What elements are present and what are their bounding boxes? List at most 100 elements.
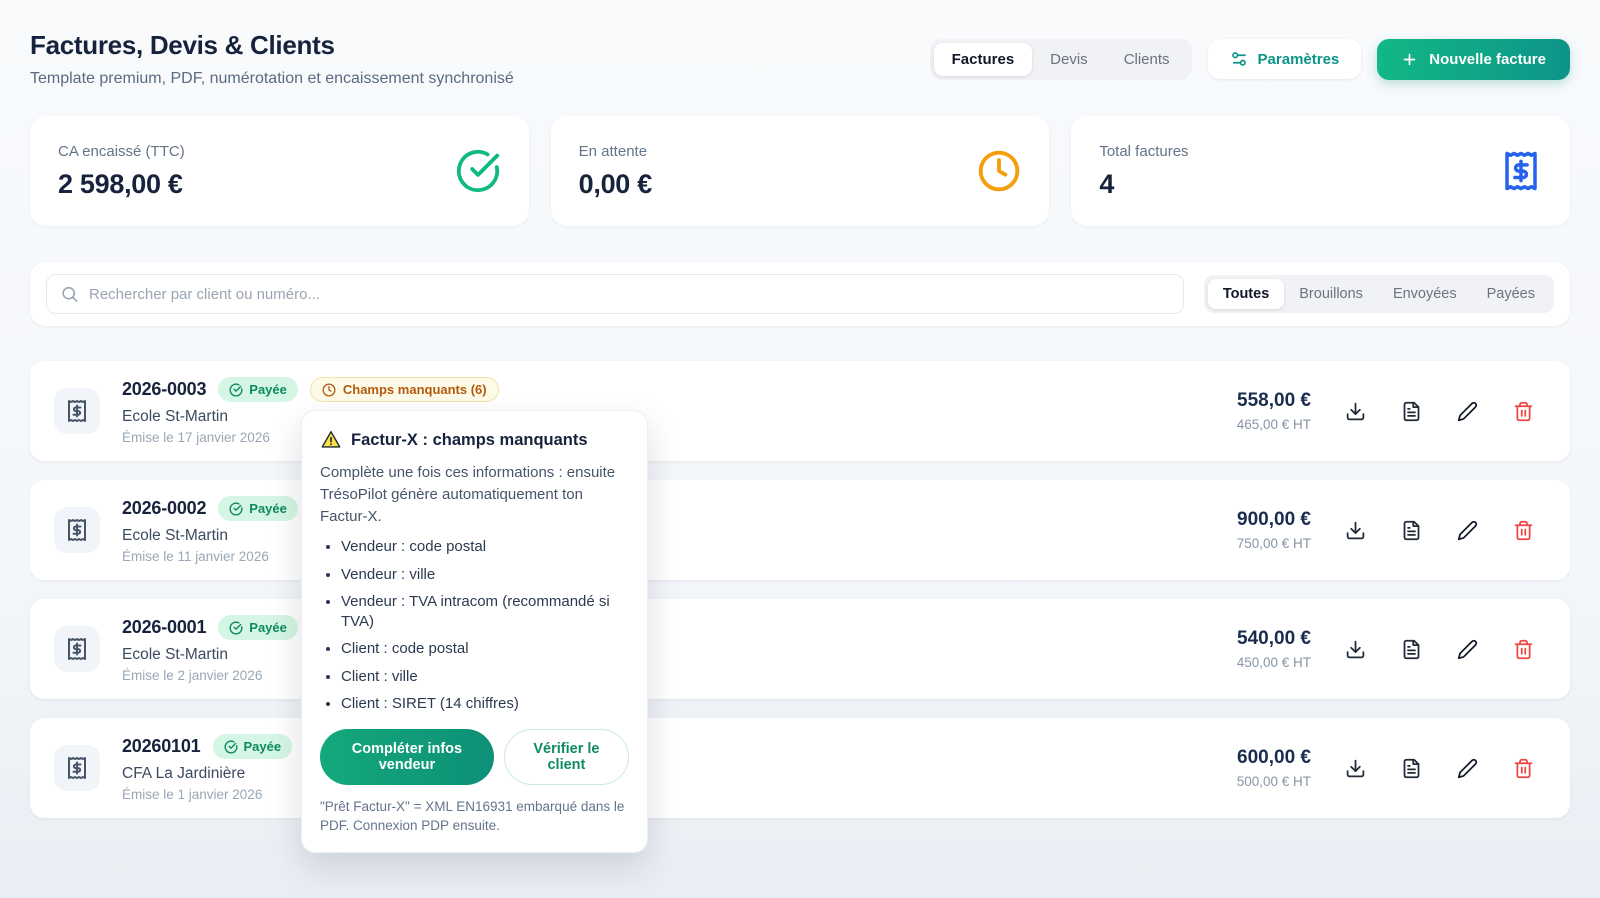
page-title: Factures, Devis & Clients bbox=[30, 30, 514, 61]
stat-card-total: Total factures 4 bbox=[1071, 116, 1570, 226]
tab-clients[interactable]: Clients bbox=[1106, 43, 1188, 76]
invoice-list: 2026-0003 Payée Champs manquants (6) Eco… bbox=[30, 361, 1570, 818]
receipt-icon bbox=[54, 388, 100, 434]
filter-envoyees[interactable]: Envoyées bbox=[1378, 279, 1472, 309]
invoice-row: 2026-0001 Payée Champs manquants (6) Eco… bbox=[30, 599, 1570, 699]
download-icon bbox=[1345, 639, 1366, 660]
file-text-icon bbox=[1401, 401, 1422, 422]
header-controls: Factures Devis Clients Paramètres Nouvel… bbox=[930, 39, 1570, 80]
missing-fields-label: Champs manquants (6) bbox=[343, 382, 487, 397]
edit-button[interactable] bbox=[1453, 754, 1482, 783]
status-filter-group: Toutes Brouillons Envoyées Payées bbox=[1204, 275, 1554, 313]
tab-devis[interactable]: Devis bbox=[1032, 43, 1106, 76]
stat-text: En attente 0,00 € bbox=[579, 143, 652, 200]
status-badge-label: Payée bbox=[249, 501, 287, 516]
page-subtitle: Template premium, PDF, numérotation et e… bbox=[30, 70, 514, 88]
issue-date: Émise le 17 janvier 2026 bbox=[122, 430, 1237, 445]
stat-value: 2 598,00 € bbox=[58, 169, 185, 200]
invoice-info: 2026-0002 Payée Champs manquants (6) Eco… bbox=[122, 496, 1237, 564]
edit-button[interactable] bbox=[1453, 516, 1482, 545]
popover-title: Factur-X : champs manquants bbox=[351, 431, 588, 450]
pencil-icon bbox=[1457, 520, 1478, 541]
invoice-actions bbox=[1341, 754, 1546, 783]
file-text-icon bbox=[1401, 520, 1422, 541]
amount-ht: 465,00 € HT bbox=[1237, 417, 1311, 432]
client-name: Ecole St-Martin bbox=[122, 527, 1237, 545]
download-button[interactable] bbox=[1341, 635, 1370, 664]
stat-label: CA encaissé (TTC) bbox=[58, 143, 185, 160]
complete-vendor-info-button[interactable]: Compléter infos vendeur bbox=[320, 729, 494, 785]
list-item: Vendeur : ville bbox=[341, 565, 629, 585]
filter-brouillons[interactable]: Brouillons bbox=[1284, 279, 1378, 309]
receipt-icon bbox=[54, 507, 100, 553]
stat-card-revenue: CA encaissé (TTC) 2 598,00 € bbox=[30, 116, 529, 226]
search-box bbox=[46, 274, 1184, 314]
tab-factures[interactable]: Factures bbox=[934, 43, 1033, 76]
search-input[interactable] bbox=[46, 274, 1184, 314]
status-badge-paid: Payée bbox=[213, 734, 293, 759]
trash-icon bbox=[1513, 401, 1534, 422]
clock-icon bbox=[977, 149, 1021, 193]
missing-fields-badge[interactable]: Champs manquants (6) bbox=[310, 377, 499, 402]
status-badge-paid: Payée bbox=[218, 377, 298, 402]
amount-ttc: 540,00 € bbox=[1237, 628, 1311, 650]
verify-client-button[interactable]: Vérifier le client bbox=[504, 729, 629, 785]
filter-payees[interactable]: Payées bbox=[1472, 279, 1550, 309]
document-button[interactable] bbox=[1397, 397, 1426, 426]
stat-label: Total factures bbox=[1099, 143, 1188, 160]
settings-button[interactable]: Paramètres bbox=[1208, 39, 1362, 79]
edit-button[interactable] bbox=[1453, 397, 1482, 426]
status-badge-label: Payée bbox=[249, 382, 287, 397]
receipt-icon bbox=[54, 626, 100, 672]
sliders-icon bbox=[1230, 50, 1248, 68]
list-item: Vendeur : code postal bbox=[341, 537, 629, 557]
invoice-amounts: 900,00 € 750,00 € HT bbox=[1237, 509, 1311, 551]
download-button[interactable] bbox=[1341, 516, 1370, 545]
document-button[interactable] bbox=[1397, 635, 1426, 664]
delete-button[interactable] bbox=[1509, 635, 1538, 664]
list-item: Client : SIRET (14 chiffres) bbox=[341, 694, 629, 714]
invoice-amounts: 558,00 € 465,00 € HT bbox=[1237, 390, 1311, 432]
pencil-icon bbox=[1457, 401, 1478, 422]
client-name: CFA La Jardinière bbox=[122, 765, 1237, 783]
invoice-number: 2026-0003 bbox=[122, 379, 206, 400]
invoice-info: 20260101 Payée Champs manquants (6) CFA … bbox=[122, 734, 1237, 802]
pencil-icon bbox=[1457, 758, 1478, 779]
popover-footnote: "Prêt Factur-X" = XML EN16931 embarqué d… bbox=[320, 798, 629, 836]
list-item: Vendeur : TVA intracom (recommandé si TV… bbox=[341, 592, 629, 633]
amount-ht: 750,00 € HT bbox=[1237, 536, 1311, 551]
popover-buttons: Compléter infos vendeur Vérifier le clie… bbox=[320, 729, 629, 785]
stat-value: 4 bbox=[1099, 169, 1188, 200]
delete-button[interactable] bbox=[1509, 397, 1538, 426]
file-text-icon bbox=[1401, 758, 1422, 779]
download-icon bbox=[1345, 520, 1366, 541]
main-tab-group: Factures Devis Clients bbox=[930, 39, 1192, 80]
stat-value: 0,00 € bbox=[579, 169, 652, 200]
trash-icon bbox=[1513, 639, 1534, 660]
client-name: Ecole St-Martin bbox=[122, 408, 1237, 426]
check-circle-icon bbox=[224, 740, 238, 754]
invoice-row: 20260101 Payée Champs manquants (6) CFA … bbox=[30, 718, 1570, 818]
new-invoice-button[interactable]: Nouvelle facture bbox=[1377, 39, 1570, 80]
download-button[interactable] bbox=[1341, 754, 1370, 783]
document-button[interactable] bbox=[1397, 754, 1426, 783]
document-button[interactable] bbox=[1397, 516, 1426, 545]
stat-card-pending: En attente 0,00 € bbox=[551, 116, 1050, 226]
invoice-row: 2026-0002 Payée Champs manquants (6) Eco… bbox=[30, 480, 1570, 580]
list-item: Client : ville bbox=[341, 667, 629, 687]
trash-icon bbox=[1513, 758, 1534, 779]
amount-ttc: 600,00 € bbox=[1237, 747, 1311, 769]
pencil-icon bbox=[1457, 639, 1478, 660]
delete-button[interactable] bbox=[1509, 754, 1538, 783]
facturx-popover: Factur-X : champs manquants Complète une… bbox=[301, 410, 648, 853]
client-name: Ecole St-Martin bbox=[122, 646, 1237, 664]
download-button[interactable] bbox=[1341, 397, 1370, 426]
file-text-icon bbox=[1401, 639, 1422, 660]
download-icon bbox=[1345, 758, 1366, 779]
delete-button[interactable] bbox=[1509, 516, 1538, 545]
receipt-icon bbox=[54, 745, 100, 791]
invoice-actions bbox=[1341, 635, 1546, 664]
download-icon bbox=[1345, 401, 1366, 422]
edit-button[interactable] bbox=[1453, 635, 1482, 664]
filter-toutes[interactable]: Toutes bbox=[1208, 279, 1284, 309]
